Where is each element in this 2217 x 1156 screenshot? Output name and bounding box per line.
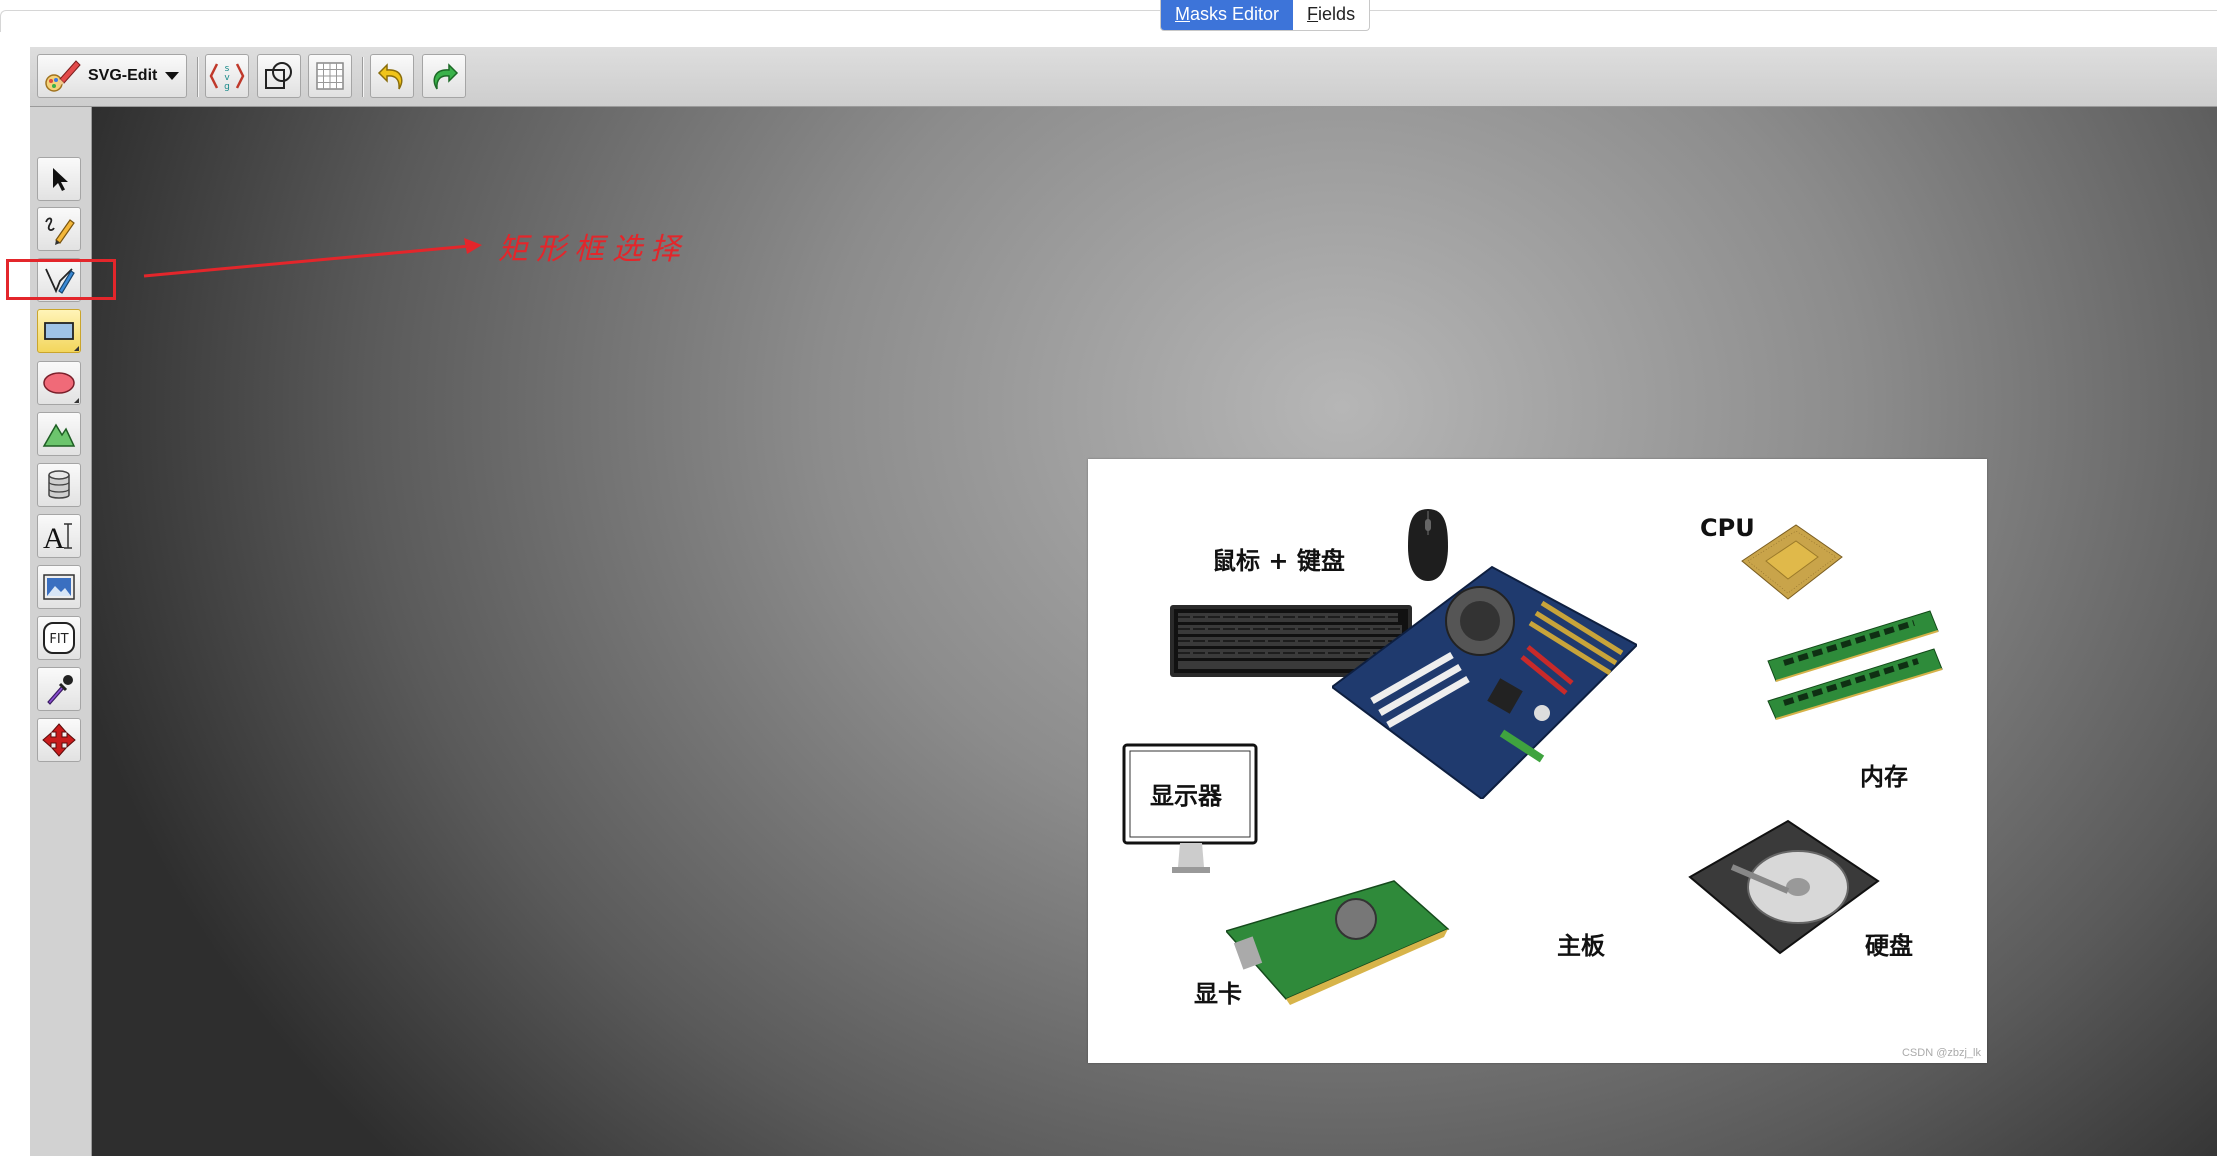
label-graphics-card: 显卡 (1194, 980, 1242, 1008)
svg-editor: SVG-Edit s v g A FIT 鼠标 + 键盘 CPU 显示器 内存 … (30, 47, 2217, 1156)
tab-fields[interactable]: Fields (1293, 0, 1369, 30)
text-icon: A (41, 519, 77, 553)
undo-button[interactable] (370, 54, 414, 98)
text-tool[interactable]: A (37, 514, 81, 558)
memory-image (1764, 609, 1950, 721)
annotation-arrow (143, 238, 482, 278)
freehand-tool[interactable] (37, 207, 81, 251)
fit-icon: FIT (41, 620, 77, 656)
label-cpu: CPU (1700, 514, 1755, 542)
svg-source-icon: s v g (209, 58, 245, 94)
wireframe-icon (262, 59, 296, 93)
image-icon (42, 572, 76, 602)
rect-tool[interactable] (37, 309, 81, 353)
hard-disk-image (1688, 817, 1880, 957)
grid-icon (314, 60, 346, 92)
tab-masks-editor-label: asks Editor (1190, 4, 1280, 24)
label-hard-disk: 硬盘 (1865, 932, 1913, 960)
fit-label: FIT (49, 632, 68, 647)
label-memory: 内存 (1860, 763, 1908, 791)
flyout-arrow-icon (74, 346, 79, 351)
main-menu-label: SVG-Edit (88, 67, 158, 84)
database-tool[interactable] (37, 463, 81, 507)
tab-fields-label: ields (1318, 4, 1356, 24)
graphics-card-image (1226, 879, 1450, 1007)
undo-icon (375, 59, 409, 93)
svg-canvas[interactable]: 鼠标 + 键盘 CPU 显示器 内存 主板 硬盘 显卡 CSDN @zbzj_l… (1088, 459, 1987, 1063)
svg-text:g: g (224, 82, 230, 92)
grid-button[interactable] (308, 54, 352, 98)
pencil-icon (42, 212, 76, 246)
pan-tool[interactable] (37, 718, 81, 762)
ellipse-tool[interactable] (37, 361, 81, 405)
tab-masks-editor-accel: M (1175, 4, 1190, 24)
zoom-fit-tool[interactable]: FIT (37, 616, 81, 660)
source-button[interactable]: s v g (205, 54, 249, 98)
chevron-down-icon (165, 72, 180, 80)
main-menu-button[interactable]: SVG-Edit (37, 54, 187, 98)
shapes-icon (42, 419, 76, 449)
tab-masks-editor[interactable]: Masks Editor (1161, 0, 1294, 30)
redo-icon (427, 59, 461, 93)
rectangle-icon (43, 319, 75, 343)
tab-fields-accel: F (1307, 4, 1319, 24)
toolbar-separator (362, 57, 364, 97)
editor-tabs: Masks Editor Fields (1160, 0, 1371, 31)
redo-button[interactable] (422, 54, 466, 98)
cylinder-icon (46, 468, 72, 502)
watermark-text: CSDN @zbzj_lk (1901, 1047, 1981, 1059)
svg-text:A: A (43, 522, 65, 553)
wireframe-button[interactable] (257, 54, 301, 98)
label-monitor: 显示器 (1150, 782, 1222, 810)
image-tool[interactable] (37, 565, 81, 609)
top-toolbar: SVG-Edit s v g (30, 47, 2217, 107)
eyedropper-tool[interactable] (37, 667, 81, 711)
eyedropper-icon (42, 672, 76, 706)
cursor-icon (44, 164, 74, 194)
annotation-highlight-box (6, 259, 116, 300)
flyout-arrow-icon (74, 398, 79, 403)
top-frame-border (0, 10, 2217, 32)
motherboard-image (1332, 563, 1637, 799)
ellipse-icon (42, 370, 76, 396)
svg-edit-logo-icon (42, 57, 82, 95)
select-tool[interactable] (37, 157, 81, 201)
shape-library-tool[interactable] (37, 412, 81, 456)
label-motherboard: 主板 (1557, 932, 1605, 960)
move-arrows-icon (41, 722, 77, 758)
annotation-text: 矩形框选择 (498, 232, 688, 267)
toolbar-separator (197, 57, 199, 97)
label-mouse-keyboard: 鼠标 + 键盘 (1212, 547, 1345, 575)
